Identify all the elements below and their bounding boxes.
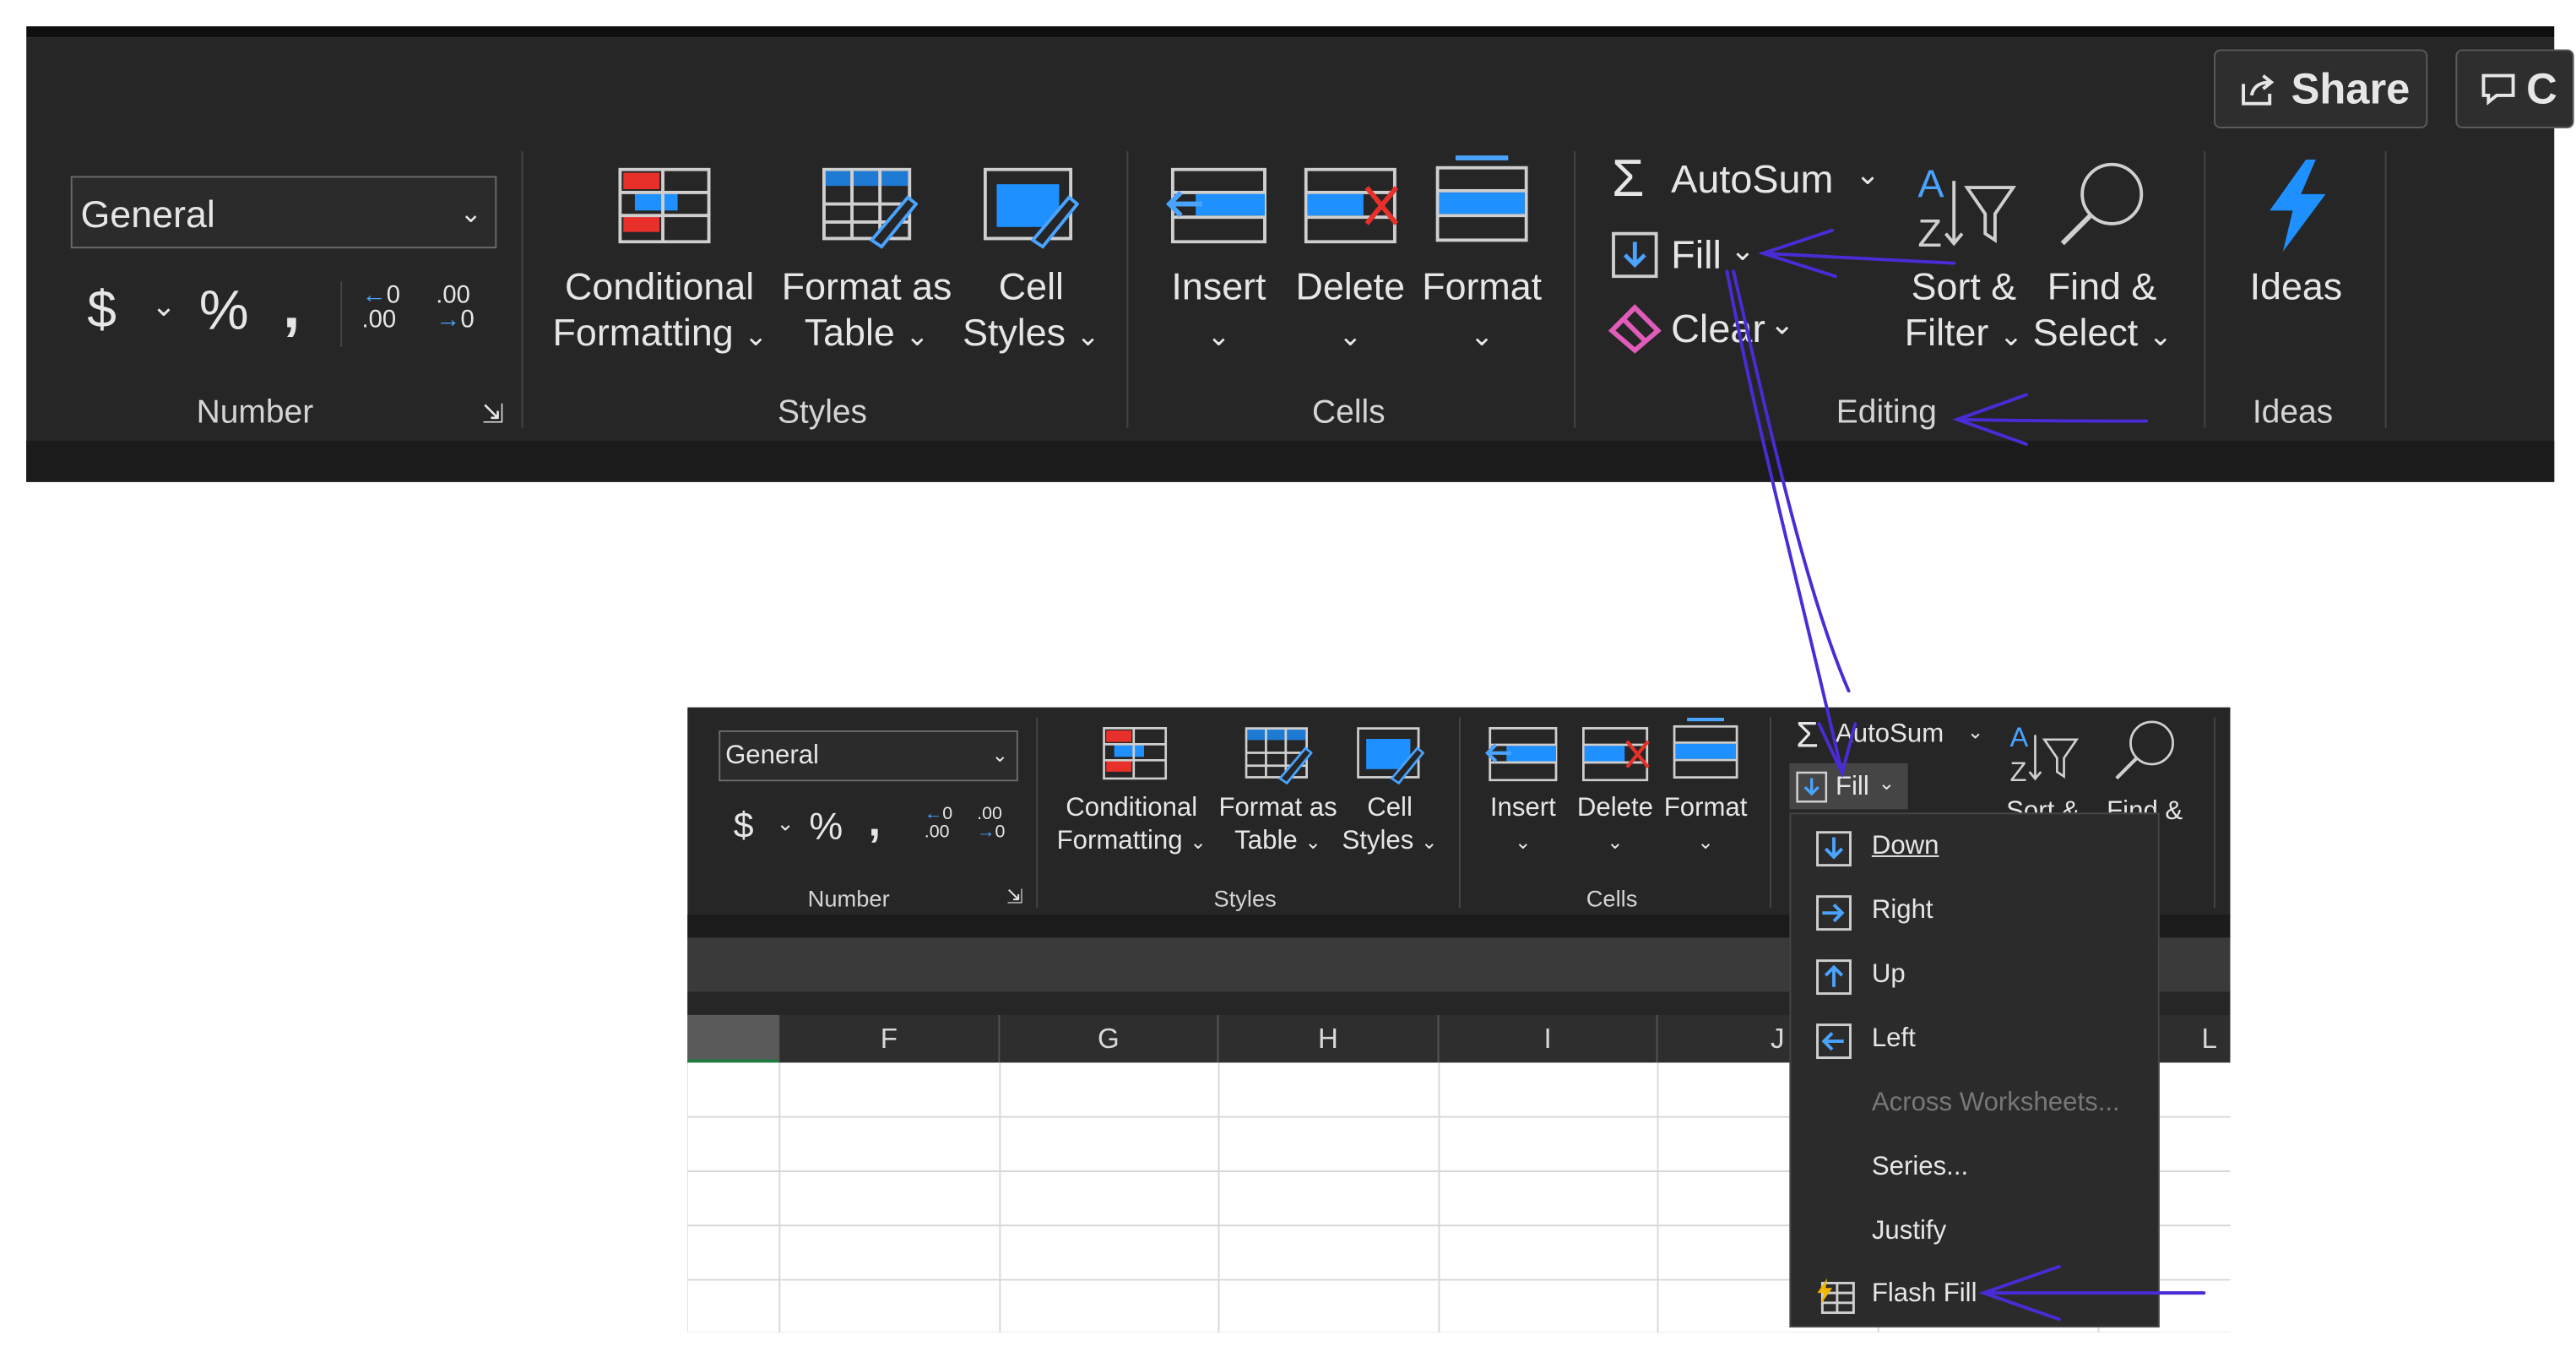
arrow-to-editing (1955, 417, 2149, 423)
annotation-arrows (1725, 228, 2206, 1322)
arrow-connector (1725, 269, 1844, 775)
arrow-connector-2 (1732, 269, 1851, 693)
